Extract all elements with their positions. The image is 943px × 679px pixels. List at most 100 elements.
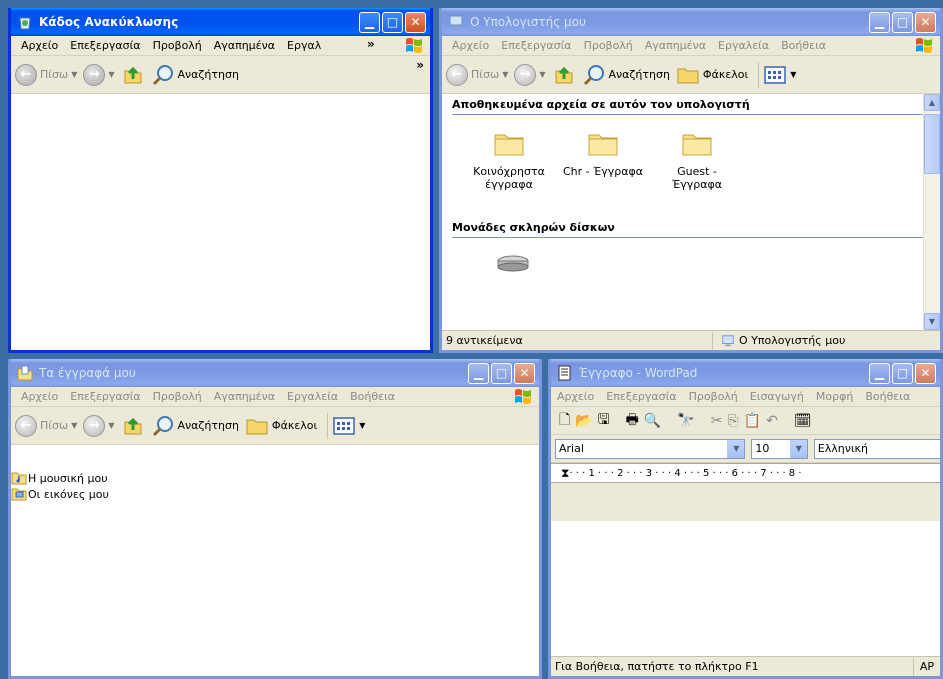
menu-file[interactable]: Αρχείο: [446, 39, 495, 52]
back-dropdown-icon[interactable]: ▼: [71, 70, 77, 79]
back-dropdown-icon[interactable]: ▼: [502, 70, 508, 79]
menu-view[interactable]: Προβολή: [683, 390, 744, 403]
chevron-down-icon[interactable]: ▼: [727, 439, 745, 458]
hard-drive-item[interactable]: [442, 238, 940, 275]
forward-button[interactable]: → ▼: [83, 63, 115, 86]
my-computer-titlebar[interactable]: Ο Υπολογιστής μου ▁ □ ✕: [442, 8, 940, 36]
my-computer-content[interactable]: Αποθηκευμένα αρχεία σε αυτόν τον υπολογι…: [442, 94, 940, 330]
minimize-button[interactable]: ▁: [869, 362, 890, 384]
views-dropdown-icon[interactable]: ▼: [790, 70, 796, 79]
find-icon[interactable]: 🔭: [677, 413, 694, 429]
menu-edit[interactable]: Επεξεργασία: [64, 39, 146, 52]
open-icon[interactable]: 📂: [575, 413, 592, 429]
scroll-down-icon[interactable]: ▼: [924, 313, 940, 330]
section-hard-drives: Μονάδες σκληρών δίσκων: [452, 217, 930, 238]
forward-button[interactable]: → ▼: [83, 414, 115, 437]
menu-overflow-icon[interactable]: »: [367, 37, 375, 51]
views-button[interactable]: ▼: [332, 415, 365, 437]
menu-file[interactable]: Αρχείο: [15, 390, 64, 403]
new-document-icon[interactable]: 🗋: [559, 409, 570, 433]
forward-button[interactable]: → ▼: [514, 63, 546, 86]
folder-chr-documents[interactable]: Chr - Έγγραφα: [556, 129, 650, 191]
close-button[interactable]: ✕: [405, 11, 426, 33]
my-documents-titlebar[interactable]: Τα έγγραφά μου ▁ □ ✕: [11, 359, 539, 387]
font-size-select[interactable]: 10 ▼: [751, 438, 808, 459]
wordpad-document[interactable]: [551, 521, 940, 656]
cut-icon[interactable]: ✂: [711, 413, 723, 429]
menu-file[interactable]: Αρχείο: [15, 39, 64, 52]
search-button[interactable]: Αναζήτηση: [582, 63, 670, 87]
save-icon[interactable]: 🖫: [598, 409, 610, 433]
folders-button[interactable]: Φάκελοι: [245, 415, 317, 437]
font-name-select[interactable]: Arial ▼: [555, 438, 746, 459]
menu-help[interactable]: Βοήθεια: [775, 39, 832, 52]
menu-favorites[interactable]: Αγαπημένα: [208, 390, 281, 403]
up-button[interactable]: [552, 63, 576, 87]
menu-help[interactable]: Βοήθεια: [344, 390, 401, 403]
menu-edit[interactable]: Επεξεργασία: [64, 390, 146, 403]
search-button[interactable]: Αναζήτηση: [151, 63, 239, 87]
ruler[interactable]: ⧗ · · · 1 · · · 2 · · · 3 · · · 4 · · · …: [551, 463, 940, 483]
folders-button[interactable]: Φάκελοι: [676, 64, 748, 86]
my-documents-content[interactable]: Η μουσική μου Οι εικόνες μου: [11, 445, 539, 676]
wordpad-titlebar[interactable]: Έγγραφο - WordPad ▁ □ ✕: [551, 359, 940, 387]
close-button[interactable]: ✕: [514, 362, 535, 384]
menu-view[interactable]: Προβολή: [578, 39, 639, 52]
up-button[interactable]: [121, 414, 145, 438]
menu-file[interactable]: Αρχείο: [551, 390, 600, 403]
paste-icon[interactable]: 📋: [744, 413, 761, 429]
menu-tools[interactable]: Εργαλεία: [712, 39, 775, 52]
menu-view[interactable]: Προβολή: [147, 39, 208, 52]
maximize-button[interactable]: □: [892, 362, 913, 384]
minimize-button[interactable]: ▁: [359, 11, 380, 33]
menu-tools[interactable]: Εργαλ: [281, 39, 327, 52]
menu-edit[interactable]: Επεξεργασία: [600, 390, 682, 403]
copy-icon[interactable]: ⎘: [727, 413, 738, 429]
scroll-thumb[interactable]: [924, 114, 940, 174]
forward-dropdown-icon[interactable]: ▼: [539, 70, 545, 79]
menu-format[interactable]: Μορφή: [810, 390, 859, 403]
folder-guest-documents[interactable]: Guest - Έγγραφα: [650, 129, 744, 191]
print-icon[interactable]: 🖶: [626, 409, 639, 433]
menu-favorites[interactable]: Αγαπημένα: [639, 39, 712, 52]
menu-insert[interactable]: Εισαγωγή: [744, 390, 810, 403]
menu-edit[interactable]: Επεξεργασία: [495, 39, 577, 52]
menu-tools[interactable]: Εργαλεία: [281, 390, 344, 403]
menu-view[interactable]: Προβολή: [147, 390, 208, 403]
folder-shared-documents[interactable]: Κοινόχρηστα έγγραφα: [462, 129, 556, 191]
search-button[interactable]: Αναζήτηση: [151, 414, 239, 438]
menu-help[interactable]: Βοήθεια: [859, 390, 916, 403]
menu-favorites[interactable]: Αγαπημένα: [208, 39, 281, 52]
maximize-button[interactable]: □: [382, 11, 403, 33]
toolbar-overflow-icon[interactable]: »: [416, 58, 424, 72]
list-item-my-pictures[interactable]: Οι εικόνες μου: [11, 486, 539, 502]
close-button[interactable]: ✕: [915, 362, 936, 384]
back-button[interactable]: ← Πίσω ▼: [15, 63, 77, 86]
script-select[interactable]: Ελληνική: [813, 438, 940, 459]
window-title: Έγγραφο - WordPad: [579, 366, 698, 380]
print-preview-icon[interactable]: 🔍: [644, 413, 661, 429]
minimize-button[interactable]: ▁: [468, 362, 489, 384]
views-dropdown-icon[interactable]: ▼: [359, 421, 365, 430]
minimize-button[interactable]: ▁: [869, 11, 890, 33]
indent-marker-icon[interactable]: ⧗: [561, 466, 569, 481]
back-button[interactable]: ← Πίσω ▼: [15, 414, 77, 437]
scroll-up-icon[interactable]: ▲: [924, 94, 940, 111]
recycle-bin-content[interactable]: [11, 94, 430, 350]
undo-icon[interactable]: ↶: [766, 413, 778, 429]
maximize-button[interactable]: □: [892, 11, 913, 33]
close-button[interactable]: ✕: [915, 11, 936, 33]
toolbar: ← Πίσω ▼ → ▼ Αναζήτηση Φάκελοι ▼: [442, 56, 940, 94]
forward-dropdown-icon[interactable]: ▼: [108, 70, 114, 79]
views-button[interactable]: ▼: [763, 64, 796, 86]
forward-dropdown-icon[interactable]: ▼: [108, 421, 114, 430]
back-button[interactable]: ← Πίσω ▼: [446, 63, 508, 86]
chevron-down-icon[interactable]: ▼: [789, 439, 807, 458]
maximize-button[interactable]: □: [491, 362, 512, 384]
date-time-icon[interactable]: 🗓: [794, 413, 812, 429]
up-button[interactable]: [121, 63, 145, 87]
back-dropdown-icon[interactable]: ▼: [71, 421, 77, 430]
recycle-bin-titlebar[interactable]: Κάδος Ανακύκλωσης ▁ □ ✕: [11, 8, 430, 36]
list-item-my-music[interactable]: Η μουσική μου: [11, 470, 539, 486]
vertical-scrollbar[interactable]: ▲ ▼: [923, 94, 940, 330]
